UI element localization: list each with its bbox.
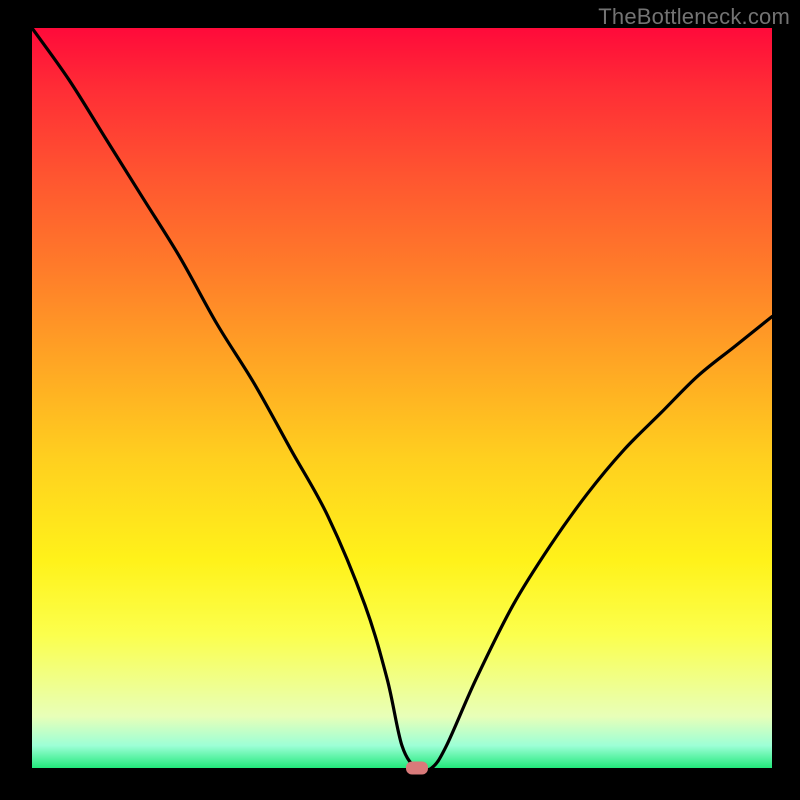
plot-area xyxy=(32,28,772,768)
bottleneck-curve xyxy=(32,28,772,768)
watermark-text: TheBottleneck.com xyxy=(598,4,790,30)
chart-frame: TheBottleneck.com xyxy=(0,0,800,800)
optimal-point-marker xyxy=(406,762,428,775)
